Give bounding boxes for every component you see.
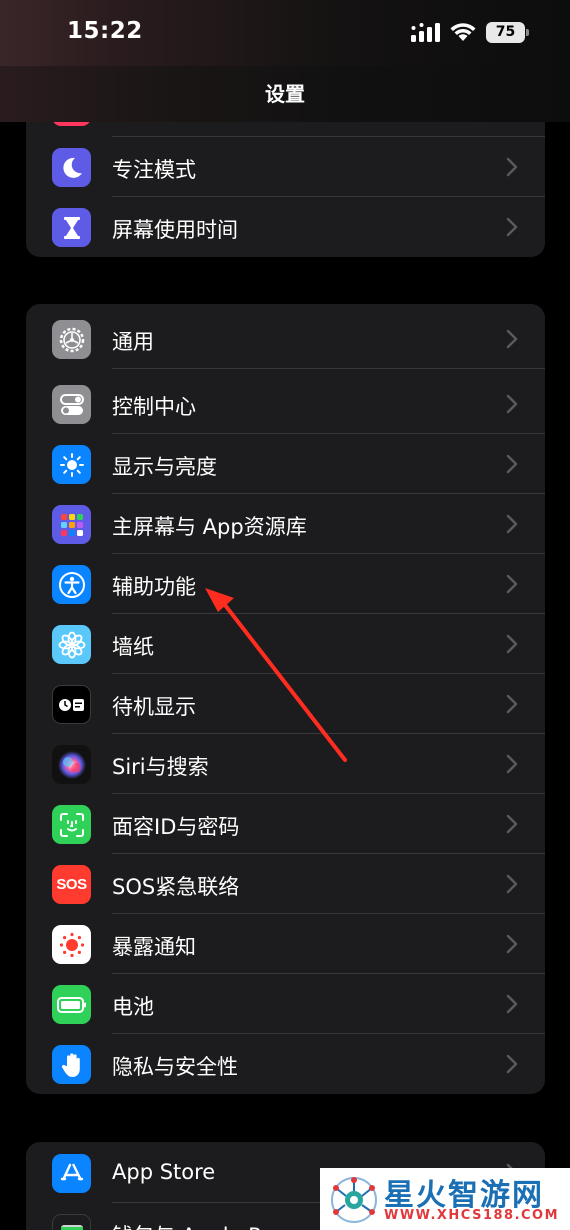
watermark-logo-icon — [331, 1177, 377, 1223]
chevron-right-icon — [506, 994, 518, 1014]
gear-icon — [52, 320, 91, 359]
app-grid-icon — [52, 505, 91, 544]
settings-row-siri[interactable]: Siri与搜索 — [26, 734, 545, 794]
accessibility-icon — [52, 565, 91, 604]
settings-row-display[interactable]: 显示与亮度 — [26, 434, 545, 494]
toggles-icon — [52, 385, 91, 424]
settings-row-label: 通用 — [112, 330, 154, 354]
settings-row-general[interactable]: 通用 — [26, 309, 545, 369]
settings-row-focus[interactable]: 专注模式 — [26, 137, 545, 197]
chevron-right-icon — [506, 634, 518, 654]
sos-icon-text: SOS — [56, 876, 87, 893]
settings-row-label: 控制中心 — [112, 395, 196, 419]
standby-icon — [52, 685, 91, 724]
battery-level: 75 — [486, 22, 525, 43]
settings-row-label: 墙纸 — [112, 635, 154, 659]
settings-row-face-id[interactable]: 面容ID与密码 — [26, 794, 545, 854]
chevron-right-icon — [506, 1054, 518, 1074]
sun-icon — [52, 445, 91, 484]
hourglass-icon — [52, 208, 91, 247]
chevron-right-icon — [506, 574, 518, 594]
sos-icon: SOS — [52, 865, 91, 904]
watermark: 星火智游网 WWW.XHCS188.COM — [320, 1168, 570, 1230]
settings-row-standby[interactable]: 待机显示 — [26, 674, 545, 734]
settings-row-label: App Store — [112, 1160, 216, 1184]
battery-icon — [52, 985, 91, 1024]
settings-group-general: 通用 控制中心 显示与亮度 主屏幕与 App资源库 辅助功能 墙纸 待机显示 S… — [26, 304, 545, 1094]
settings-row-screen-time[interactable]: 屏幕使用时间 — [26, 197, 545, 257]
settings-row-accessibility[interactable]: 辅助功能 — [26, 554, 545, 614]
settings-row-label: 专注模式 — [112, 158, 196, 182]
chevron-right-icon — [506, 874, 518, 894]
chevron-right-icon — [506, 514, 518, 534]
settings-screen: 15:22 75 设置 专注模式 — [0, 0, 570, 1230]
settings-row-exposure[interactable]: 暴露通知 — [26, 914, 545, 974]
settings-row-emergency-sos[interactable]: SOS SOS紧急联络 — [26, 854, 545, 914]
app-store-icon — [52, 1154, 91, 1193]
chevron-right-icon — [506, 754, 518, 774]
settings-row-label: 主屏幕与 App资源库 — [112, 515, 307, 539]
exposure-icon — [52, 925, 91, 964]
chevron-right-icon — [506, 394, 518, 414]
flower-icon — [52, 625, 91, 664]
settings-row-wallpaper[interactable]: 墙纸 — [26, 614, 545, 674]
chevron-right-icon — [506, 934, 518, 954]
settings-row-label: Siri与搜索 — [112, 755, 209, 779]
settings-row-label: 面容ID与密码 — [112, 815, 240, 839]
chevron-right-icon — [506, 157, 518, 177]
settings-row-battery[interactable]: 电池 — [26, 974, 545, 1034]
settings-row-label: 暴露通知 — [112, 935, 196, 959]
chevron-right-icon — [506, 217, 518, 237]
settings-row-privacy[interactable]: 隐私与安全性 — [26, 1034, 545, 1094]
cellular-signal-icon — [411, 23, 440, 42]
status-bar: 15:22 75 — [0, 0, 570, 66]
moon-icon — [52, 148, 91, 187]
settings-row-label: 电池 — [112, 995, 154, 1019]
settings-row-control-center[interactable]: 控制中心 — [26, 374, 545, 434]
settings-row-label: SOS紧急联络 — [112, 875, 240, 899]
settings-row-label: 显示与亮度 — [112, 455, 217, 479]
siri-icon — [52, 745, 91, 784]
settings-row-home-screen[interactable]: 主屏幕与 App资源库 — [26, 494, 545, 554]
chevron-right-icon — [506, 454, 518, 474]
page-title-overlay: 设置 — [265, 82, 305, 106]
chevron-right-icon — [506, 694, 518, 714]
settings-row-label: 钱包与 Apple Pay — [112, 1220, 285, 1230]
chevron-right-icon — [506, 329, 518, 349]
settings-row-label: 辅助功能 — [112, 575, 196, 599]
watermark-url: WWW.XHCS188.COM — [384, 1208, 560, 1223]
face-id-icon — [52, 805, 91, 844]
settings-row-label: 待机显示 — [112, 695, 196, 719]
settings-row-label: 屏幕使用时间 — [112, 218, 238, 242]
settings-row-label: 隐私与安全性 — [112, 1055, 238, 1079]
wifi-icon — [450, 23, 476, 41]
battery-indicator: 75 — [486, 22, 530, 43]
chevron-right-icon — [506, 814, 518, 834]
wallet-icon — [52, 1214, 91, 1230]
hand-icon — [52, 1045, 91, 1084]
status-time: 15:22 — [67, 18, 143, 44]
